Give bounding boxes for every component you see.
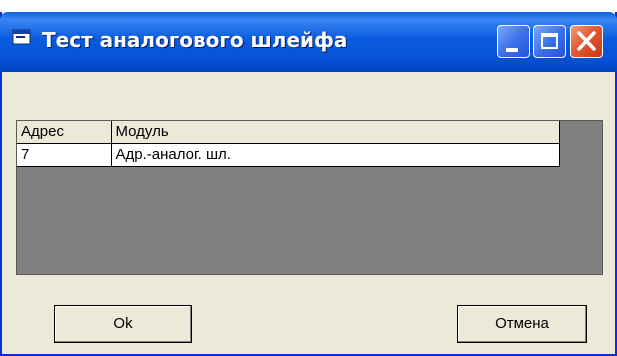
cell-module[interactable]: Адр.-аналог. шл. — [111, 143, 560, 167]
close-icon — [577, 31, 596, 51]
app-window-icon — [12, 29, 31, 45]
close-button[interactable] — [570, 25, 603, 58]
table-row[interactable]: 7 Адр.-аналог. шл. — [17, 143, 560, 167]
title-bar[interactable]: Тест аналогового шлейфа — [0, 12, 617, 72]
cell-address[interactable]: 7 — [17, 143, 112, 167]
column-header-module[interactable]: Модуль — [111, 121, 560, 144]
ok-button[interactable]: Ok — [54, 305, 192, 343]
window-title: Тест аналогового шлейфа — [42, 28, 348, 52]
grid-header-row: Адрес Модуль — [17, 121, 560, 144]
column-header-address[interactable]: Адрес — [17, 121, 112, 144]
cancel-button[interactable]: Отмена — [457, 305, 587, 343]
minimize-button[interactable] — [497, 25, 530, 58]
minimize-icon — [506, 48, 518, 52]
test-loop-dialog: Тест аналогового шлейфа Адрес Модуль 7 А… — [0, 12, 617, 356]
maximize-button[interactable] — [533, 25, 566, 58]
address-grid[interactable]: Адрес Модуль 7 Адр.-аналог. шл. — [16, 120, 603, 275]
address-table: Адрес Модуль 7 Адр.-аналог. шл. — [17, 121, 560, 167]
maximize-icon — [541, 33, 558, 49]
